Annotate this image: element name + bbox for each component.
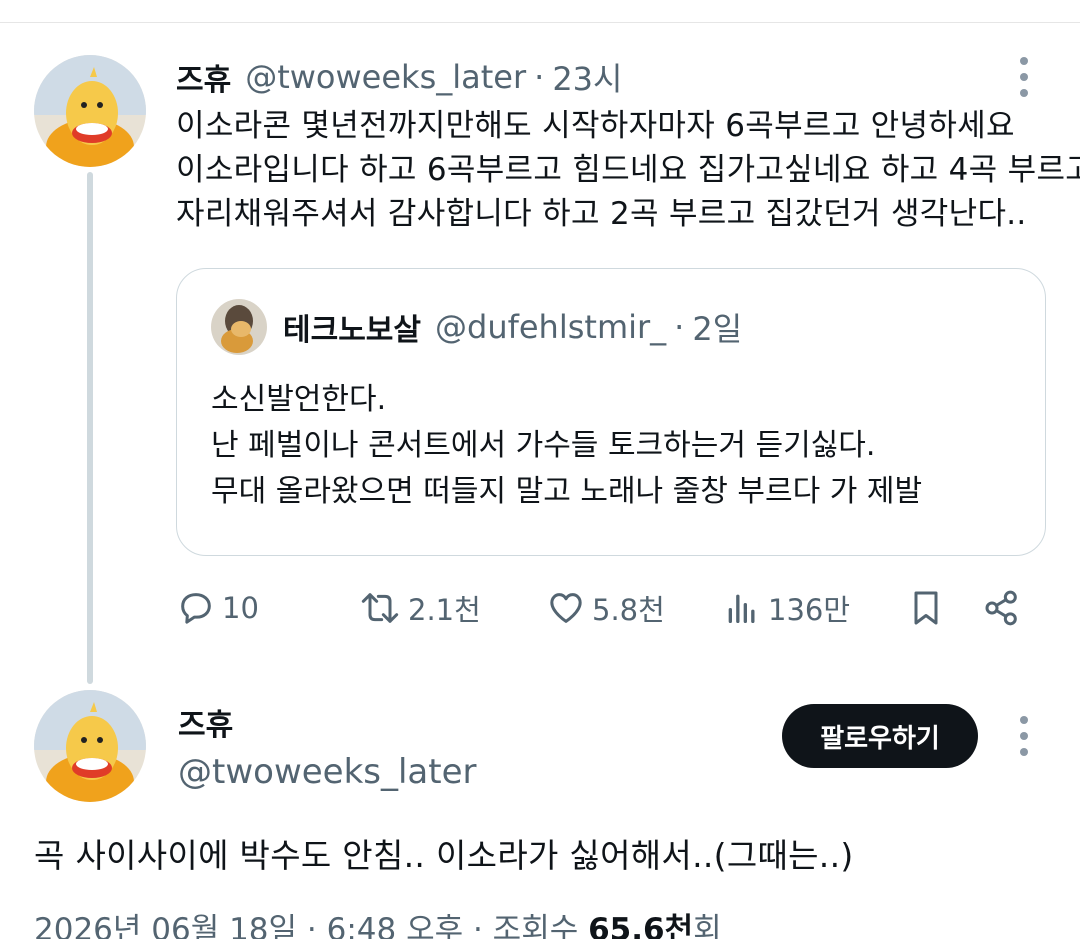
- tweet-text-line: 이소라콘 몇년전까지만해도 시작하자마자 6곡부르고 안녕하세요: [176, 108, 1015, 144]
- quote-text: 소신발언한다. 난 페벌이나 콘서트에서 가수들 토크하는거 듣기싫다. 무대 …: [211, 377, 922, 515]
- reply-count: 10: [222, 591, 259, 625]
- tweet-text-line: 이소라입니다 하고 6곡부르고 힘드네요 집가고싶네요 하고 4곡 부르고: [176, 152, 1080, 188]
- quote-user-handle: @dufehlstmir_: [435, 308, 667, 346]
- reply-button[interactable]: 10: [176, 582, 259, 634]
- views-button[interactable]: 136만: [722, 582, 850, 634]
- top-divider: [0, 22, 1080, 23]
- more-options-icon[interactable]: [1016, 57, 1032, 97]
- quote-text-line: 난 페벌이나 콘서트에서 가수들 토크하는거 듣기싫다.: [211, 428, 876, 463]
- views-suffix: 회: [693, 912, 722, 939]
- quoted-tweet-card[interactable]: 테크노보살 @dufehlstmir_ · 2일 소신발언한다. 난 페벌이나 …: [176, 268, 1046, 556]
- quote-text-line: 소신발언한다.: [211, 382, 387, 417]
- user-handle[interactable]: @twoweeks_later: [178, 752, 477, 792]
- display-name[interactable]: 즈휴: [178, 700, 233, 744]
- like-count: 5.8천: [592, 593, 665, 627]
- retweet-count: 2.1천: [408, 593, 481, 627]
- tweet-text-line: 자리채워주셔서 감사합니다 하고 2곡 부르고 집갔던거 생각난다..: [176, 196, 1027, 232]
- quote-time: 2일: [692, 310, 743, 348]
- tweet-text: 이소라콘 몇년전까지만해도 시작하자마자 6곡부르고 안녕하세요 이소라입니다 …: [176, 104, 1080, 236]
- tweet1-header: 즈휴 @twoweeks_later · 23시: [176, 55, 622, 99]
- tweet-text: 곡 사이사이에 박수도 안침.. 이소라가 싫어해서..(그때는..): [34, 836, 854, 875]
- tweet2-header: 즈휴 @twoweeks_later: [178, 700, 477, 792]
- action-bar: 10 2.1천 5.8천 136만: [176, 582, 1036, 634]
- quote-display-name: 테크노보살: [283, 313, 421, 348]
- retweet-icon: [361, 593, 399, 623]
- views-count: 136만: [768, 593, 851, 627]
- views-total: 65.6천: [588, 912, 694, 939]
- quote-text-line: 무대 올라왔으면 떠들지 말고 노래나 줄창 부르다 가 제발: [211, 474, 923, 509]
- heart-icon: [550, 593, 582, 623]
- user-avatar[interactable]: [34, 55, 146, 167]
- user-avatar[interactable]: [34, 690, 146, 802]
- share-button[interactable]: [982, 582, 1028, 634]
- thread-line: [87, 172, 93, 684]
- tweet-meta: 2026년 06월 18일 · 6:48 오후 · 조회수 65.6천회: [34, 904, 722, 939]
- bookmark-icon: [914, 591, 938, 625]
- reply-icon: [181, 593, 211, 624]
- user-handle[interactable]: @twoweeks_later: [245, 58, 526, 96]
- share-icon: [985, 590, 1017, 626]
- quote-header: 테크노보살 @dufehlstmir_ · 2일: [211, 299, 742, 355]
- views-icon: [728, 594, 755, 623]
- separator-dot: ·: [534, 58, 545, 96]
- quote-avatar: [211, 299, 267, 355]
- like-button[interactable]: 5.8천: [546, 582, 665, 634]
- separator-dot: ·: [674, 308, 685, 346]
- tweet-time[interactable]: 23시: [552, 54, 622, 100]
- bookmark-button[interactable]: [906, 582, 952, 634]
- retweet-button[interactable]: 2.1천: [358, 582, 481, 634]
- follow-button[interactable]: 팔로우하기: [782, 704, 978, 768]
- more-options-icon[interactable]: [1016, 716, 1032, 756]
- tweet-date[interactable]: 2026년 06월 18일 · 6:48 오후 · 조회수: [34, 912, 578, 939]
- display-name[interactable]: 즈휴: [176, 55, 231, 99]
